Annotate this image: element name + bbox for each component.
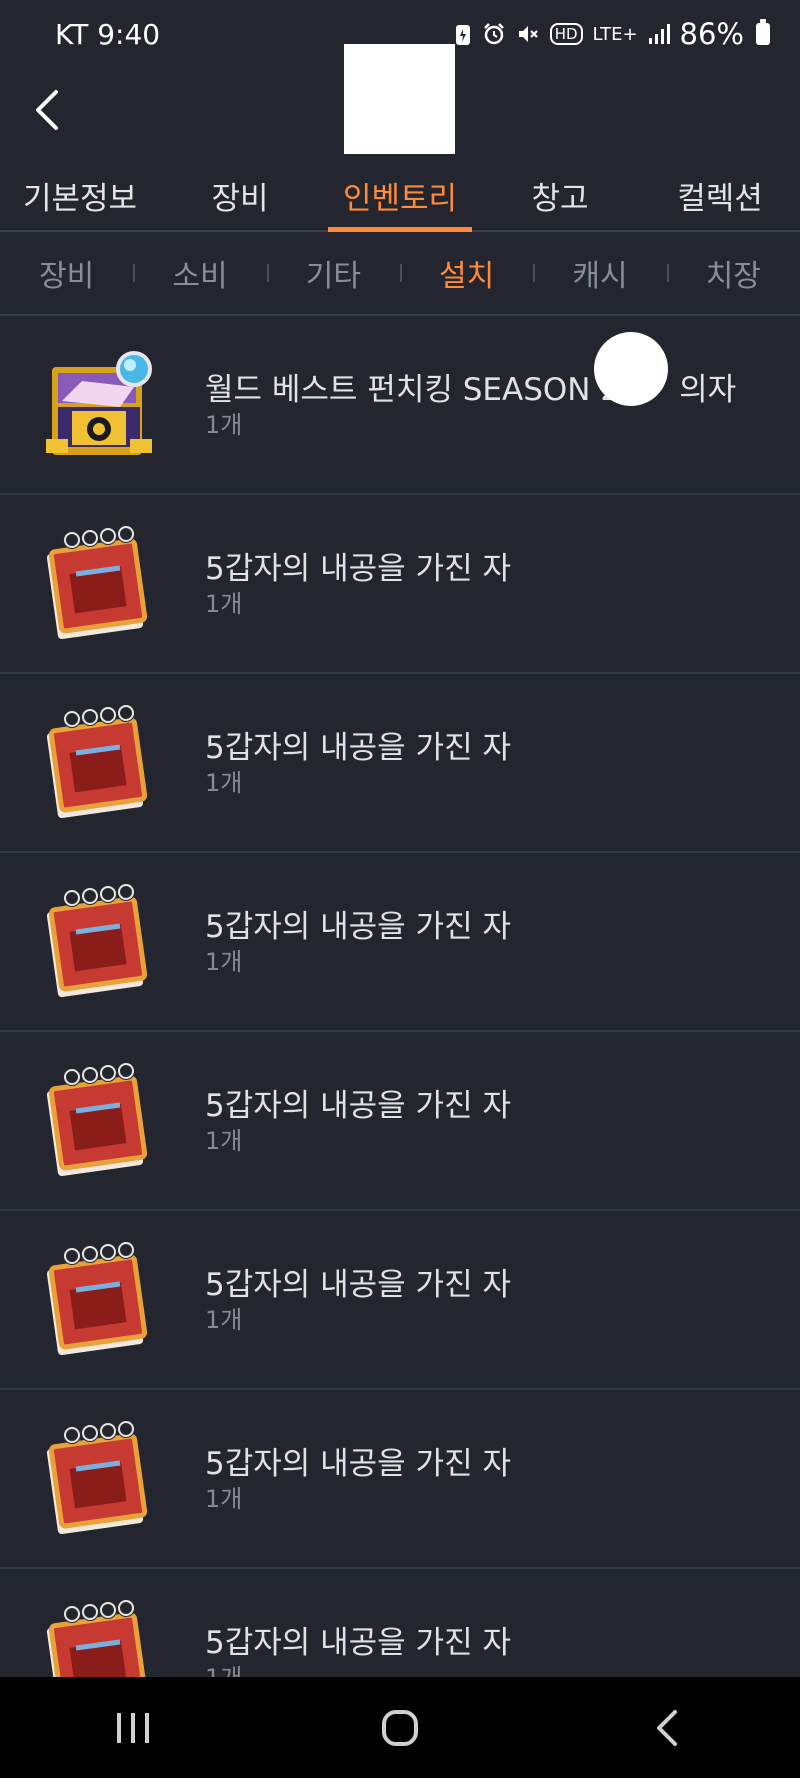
touch-indicator [594, 332, 668, 406]
item-name: 5갑자의 내공을 가진 자 [205, 908, 511, 945]
item-name: 5갑자의 내공을 가진 자 [205, 1445, 511, 1482]
main-tabs: 기본정보 장비 인벤토리 창고 컬렉션 [0, 160, 800, 232]
tab-inventory[interactable]: 인벤토리 [320, 160, 480, 232]
item-count: 1개 [205, 589, 243, 618]
notebook-icon [46, 884, 148, 998]
list-item[interactable]: 5갑자의 내공을 가진 자 1개 [0, 1569, 800, 1677]
list-item[interactable]: 5갑자의 내공을 가진 자 1개 [0, 1390, 800, 1569]
tab-equipment[interactable]: 장비 [160, 160, 320, 230]
item-name: 5갑자의 내공을 가진 자 [205, 1624, 511, 1661]
item-name: 5갑자의 내공을 가진 자 [205, 1087, 511, 1124]
subtab-cash[interactable]: 캐시 [533, 251, 666, 295]
treasure-chair-icon [46, 351, 152, 455]
item-count: 1개 [205, 1305, 243, 1334]
list-item[interactable]: 5갑자의 내공을 가진 자 1개 [0, 495, 800, 674]
item-count: 1개 [205, 1663, 511, 1678]
subtab-decor[interactable]: 치장 [666, 251, 800, 295]
item-count: 1개 [205, 768, 243, 797]
notebook-icon [46, 1600, 148, 1677]
system-nav-bar [0, 1677, 800, 1778]
notebook-icon [46, 1242, 148, 1356]
back-icon [656, 1709, 677, 1746]
item-count: 1개 [205, 1484, 243, 1513]
notebook-icon [46, 705, 148, 819]
tab-collection[interactable]: 컬렉션 [640, 160, 800, 230]
recent-apps-button[interactable] [73, 1693, 193, 1763]
tab-storage[interactable]: 창고 [480, 160, 640, 230]
list-item[interactable]: 5갑자의 내공을 가진 자 1개 [0, 1211, 800, 1390]
item-name: 5갑자의 내공을 가진 자 [205, 1266, 511, 1303]
redacted-avatar [344, 44, 455, 154]
item-count: 1개 [205, 410, 243, 439]
subtab-consume[interactable]: 소비 [133, 251, 266, 295]
list-item[interactable]: 5갑자의 내공을 가진 자 1개 [0, 674, 800, 853]
notebook-icon [46, 1421, 148, 1535]
list-item[interactable]: 월드 베스트 펀치킹 SEASON 2 의자 1개 [0, 316, 800, 495]
recent-apps-icon [117, 1712, 150, 1743]
system-back-button[interactable] [607, 1693, 727, 1763]
home-icon [381, 1709, 418, 1746]
notebook-icon [46, 1063, 148, 1177]
chevron-left-icon [36, 90, 58, 130]
item-name: 5갑자의 내공을 가진 자 [205, 729, 511, 766]
subtab-setup[interactable]: 설치 [399, 251, 533, 295]
notebook-icon [46, 526, 148, 640]
subtab-etc[interactable]: 기타 [266, 251, 400, 295]
subtab-equip[interactable]: 장비 [0, 251, 133, 295]
item-count: 1개 [205, 1126, 243, 1155]
list-item[interactable]: 5갑자의 내공을 가진 자 1개 [0, 1032, 800, 1211]
tab-basic-info[interactable]: 기본정보 [0, 160, 160, 230]
sub-tabs: 장비 소비 기타 설치 캐시 치장 [0, 232, 800, 316]
list-item[interactable]: 5갑자의 내공을 가진 자 1개 [0, 853, 800, 1032]
back-button[interactable] [22, 80, 72, 140]
item-count: 1개 [205, 947, 243, 976]
home-button[interactable] [340, 1693, 460, 1763]
item-name: 5갑자의 내공을 가진 자 [205, 550, 511, 587]
item-list: 월드 베스트 펀치킹 SEASON 2 의자 1개 5갑자의 내공을 가진 자 … [0, 316, 800, 1677]
header [0, 40, 800, 160]
